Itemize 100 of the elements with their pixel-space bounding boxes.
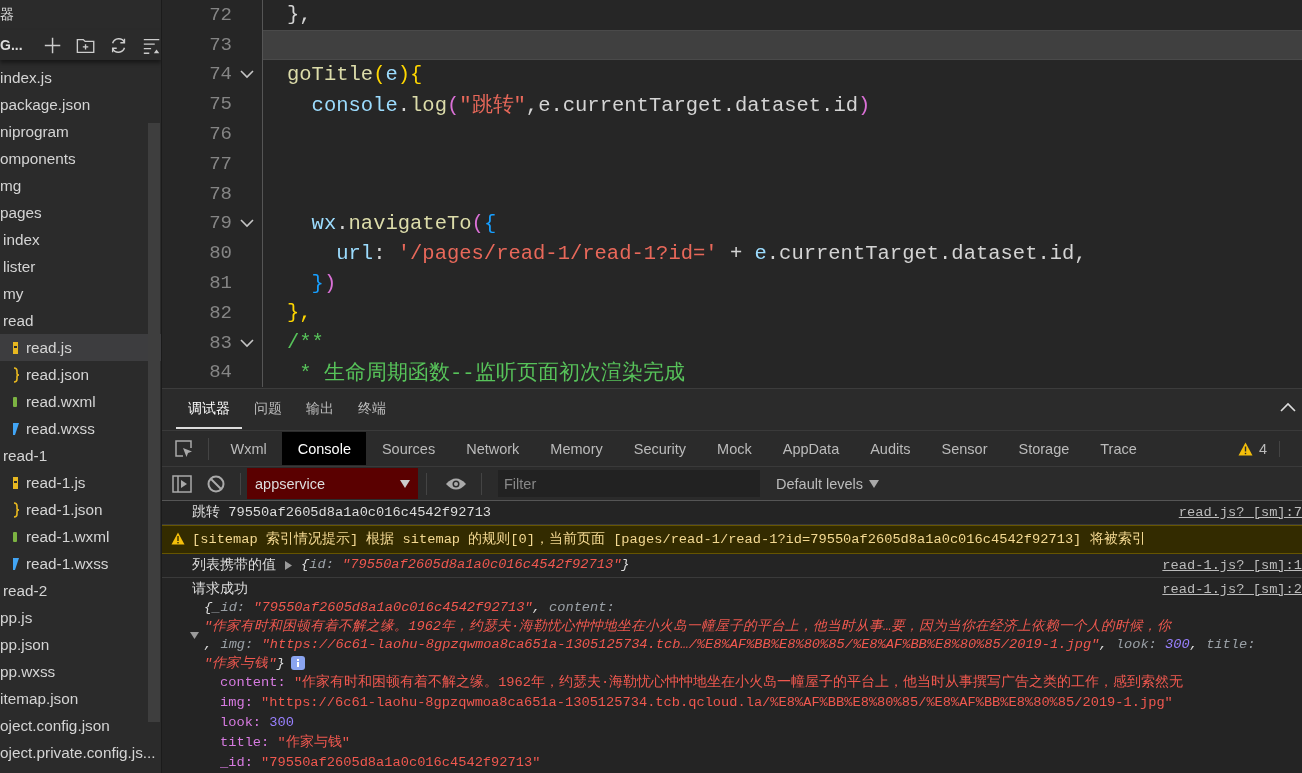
line-number: 74	[208, 63, 232, 86]
devtools-tab[interactable]: Memory	[534, 432, 619, 465]
devtools-tab[interactable]: Storage	[1002, 432, 1085, 465]
devtools-tab[interactable]: Network	[450, 432, 535, 465]
context-select[interactable]: appservice	[247, 468, 418, 499]
file-tree-item[interactable]: pp.js	[0, 604, 161, 631]
wxss-file-icon	[13, 420, 19, 437]
file-tree-item[interactable]: oject.config.json	[0, 712, 161, 739]
inspect-icon[interactable]	[174, 438, 194, 459]
code-line: },	[287, 301, 312, 325]
file-tree-item[interactable]: mg	[0, 172, 161, 199]
line-number: 83	[208, 331, 232, 354]
file-tree-item[interactable]: read-1	[0, 442, 161, 469]
file-tree-item[interactable]: omponents	[0, 145, 161, 172]
wxss-file-icon	[13, 555, 19, 572]
code-line: /**	[287, 331, 324, 355]
caret-icon	[400, 479, 410, 488]
json-file-icon	[13, 366, 19, 383]
js-file-icon	[13, 474, 19, 491]
line-number: 81	[208, 272, 232, 295]
file-tree-item[interactable]: itemap.json	[0, 685, 161, 712]
expand-triangle-icon[interactable]	[284, 561, 293, 570]
file-tree-item[interactable]: read-1.js	[0, 469, 161, 496]
line-number: 79	[208, 212, 232, 235]
caret-icon	[869, 479, 880, 488]
file-tree-item[interactable]: my	[0, 280, 161, 307]
code-line: wx.navigateTo({	[310, 211, 497, 235]
object-property: title: "作家与钱"	[220, 733, 351, 752]
collapse-triangle-icon[interactable]	[190, 630, 199, 640]
object-property: _id: "79550af2605d8a1a0c016c4542f92713"	[220, 754, 542, 772]
file-tree-item[interactable]: pp.json	[0, 631, 161, 658]
file-tree-item[interactable]: oject.private.config.js...	[0, 739, 161, 766]
file-tree-item[interactable]: pp.wxss	[0, 658, 161, 685]
source-link[interactable]: read-1.js? [sm]:1	[1162, 556, 1302, 575]
sidebar-toggle-icon[interactable]	[172, 473, 192, 494]
file-tree-item[interactable]: read.json	[0, 361, 161, 388]
object-preview-line: , img: "https://6c61-laohu-8gpzqwmoa8ca651a-1305125734.tcb…/%E8%AF%BB%E8%80%85/%E8%AF%BB%E8%80%85/2019-1.jpg", look: 300, title:	[204, 637, 1256, 652]
devtools-tab[interactable]: Sensor	[926, 432, 1003, 465]
chevron-up-icon[interactable]	[1280, 401, 1296, 413]
file-tree-item[interactable]: lister	[0, 253, 161, 280]
warning-icon[interactable]	[1237, 441, 1253, 456]
filter-field[interactable]: Filter	[498, 470, 760, 497]
file-tree-item[interactable]: niprogram	[0, 118, 161, 145]
warning-count[interactable]: 4	[1258, 440, 1267, 457]
project-name[interactable]: G...	[0, 37, 23, 53]
panel-tab[interactable]: 终端	[346, 390, 398, 429]
file-tree-item[interactable]: read-2	[0, 577, 161, 604]
file-tree-item[interactable]: index.js	[0, 64, 161, 91]
warning-icon	[171, 532, 185, 545]
source-link[interactable]: read-1.js? [sm]:2	[1162, 580, 1302, 599]
devtools-tab[interactable]: Audits	[854, 432, 926, 465]
file-tree-item[interactable]: read	[0, 307, 161, 334]
sidebar-title: 器	[0, 6, 14, 24]
object-property: look: 300	[220, 714, 295, 732]
file-tree-item[interactable]: read.wxss	[0, 415, 161, 442]
warning-text: [sitemap 索引情况提示] 根据 sitemap 的规则[0]，当前页面 [pages/read-1/read-1?id=79550af2605d8a1a0c016c4542f92713] 将被索引	[192, 530, 1146, 549]
code-line: goTitle(e){	[287, 63, 423, 86]
devtools-tab[interactable]: Trace	[1084, 432, 1153, 465]
devtools-tab[interactable]: Security	[618, 432, 702, 465]
log-text: 请求成功	[192, 580, 248, 599]
clear-console-icon[interactable]	[206, 473, 226, 494]
panel-tab[interactable]: 调试器	[176, 390, 242, 429]
file-tree-item[interactable]: read-1.wxml	[0, 523, 161, 550]
file-tree-item[interactable]: read.js	[0, 334, 161, 361]
line-number: 84	[208, 361, 232, 384]
code-line: url: '/pages/read-1/read-1?id=' + e.currentTarget.dataset.id,	[335, 241, 1087, 265]
fold-chevron-icon[interactable]	[240, 69, 254, 80]
code-line: console.log("跳转",e.currentTarget.dataset.id)	[310, 93, 871, 119]
line-number: 77	[208, 152, 232, 175]
file-tree-item[interactable]: read-1.json	[0, 496, 161, 523]
panel-tab[interactable]: 问题	[242, 390, 294, 429]
devtools-tab[interactable]: Mock	[701, 432, 768, 465]
scrollbar[interactable]	[148, 123, 160, 722]
panel-tab[interactable]: 输出	[294, 390, 346, 429]
object-preview-line: {_id: "79550af2605d8a1a0c016c4542f92713", content:	[204, 600, 615, 615]
devtools-tab[interactable]: Console	[282, 432, 367, 465]
devtools-tab[interactable]: Wxml	[215, 432, 283, 465]
devtools-tab[interactable]: AppData	[767, 432, 855, 465]
js-file-icon	[13, 339, 19, 356]
fold-chevron-icon[interactable]	[240, 337, 254, 348]
levels-dropdown[interactable]: Default levels	[770, 474, 886, 493]
source-link[interactable]: read.js? [sm]:7	[1178, 503, 1302, 522]
info-icon	[290, 655, 305, 670]
code-line: * 生命周期函数--监听页面初次渲染完成	[298, 360, 685, 387]
line-number: 82	[208, 301, 232, 324]
file-tree-item[interactable]: pages	[0, 199, 161, 226]
file-tree-item[interactable]: index	[0, 226, 161, 253]
line-number: 78	[208, 182, 232, 205]
file-tree-item[interactable]: read.wxml	[0, 388, 161, 415]
log-text: 列表携带的值	[192, 556, 276, 575]
fold-chevron-icon[interactable]	[240, 218, 254, 229]
line-number: 72	[208, 3, 232, 26]
devtools-tab[interactable]: Sources	[366, 432, 451, 465]
line-number: 73	[208, 33, 232, 56]
line-number: 80	[208, 242, 232, 265]
json-file-icon	[13, 501, 19, 518]
object-property: img: "https://6c61-laohu-8gpzqwmoa8ca651a-1305125734.tcb.qcloud.la/%E8%AF%BB%E8%80%85/%E8%AF%BB%E8%80%85/2019-1.jpg"	[220, 694, 1174, 712]
file-tree-item[interactable]: package.json	[0, 91, 161, 118]
file-tree-item[interactable]: read-1.wxss	[0, 550, 161, 577]
object-preview[interactable]: {id: "79550af2605d8a1a0c016c4542f92713"}	[301, 556, 630, 575]
